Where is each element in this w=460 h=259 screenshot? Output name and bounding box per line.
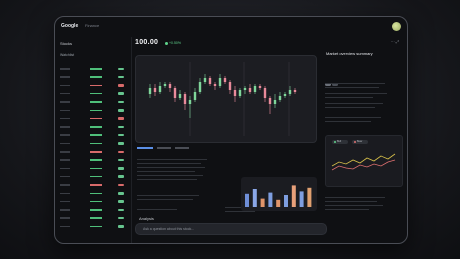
watchlist-panel: Stocks Watchlist: [55, 37, 132, 243]
tab-2[interactable]: [157, 147, 171, 149]
overview-title: Market overview summary: [326, 51, 373, 56]
bar: [268, 192, 273, 207]
list-item[interactable]: [60, 84, 126, 88]
tab-1[interactable]: [137, 147, 153, 149]
candle-body: [193, 92, 197, 100]
list-item[interactable]: [60, 175, 126, 179]
sentiment-line: [331, 153, 396, 167]
input-placeholder: Ask a question about this stock...: [143, 226, 195, 231]
list-item[interactable]: [60, 125, 126, 129]
candle-body: [263, 88, 267, 98]
main-area: 100.00 +0.50% Analysis Ask a question ab…: [135, 37, 327, 243]
list-item[interactable]: [60, 109, 126, 113]
brand-logo: Google: [61, 23, 79, 29]
brand-subtitle: Finance: [85, 23, 100, 28]
list-item[interactable]: [60, 225, 126, 229]
candle-body: [173, 88, 177, 98]
bar: [307, 187, 312, 207]
candle-body: [258, 86, 262, 88]
candle-body: [248, 88, 252, 92]
bar: [291, 185, 296, 207]
list-item[interactable]: [60, 200, 126, 204]
candle-body: [218, 78, 222, 86]
legend-bear: Bear: [352, 140, 368, 144]
section-label: Analysis: [139, 216, 154, 221]
tab-3[interactable]: [175, 147, 189, 149]
chart-canvas: [148, 62, 297, 136]
candle-body: [233, 90, 237, 96]
bar: [276, 199, 281, 207]
app-window: Google Finance Stocks Watchlist 100.00 +…: [54, 16, 408, 244]
candle-body: [268, 98, 272, 104]
list-item[interactable]: [60, 192, 126, 196]
candle-body: [228, 82, 232, 90]
candle-body: [213, 84, 217, 86]
candle-body: [293, 90, 297, 92]
bar-chart: [241, 177, 317, 211]
top-bar: Google Finance: [55, 17, 407, 37]
list-item[interactable]: [60, 216, 126, 220]
list-item[interactable]: [60, 142, 126, 146]
question-input[interactable]: Ask a question about this stock...: [135, 223, 327, 235]
bar: [299, 191, 304, 207]
candle-body: [183, 94, 187, 104]
bar-canvas: [245, 185, 312, 207]
candle-body: [148, 88, 152, 94]
candle-body: [283, 94, 287, 96]
list-item[interactable]: [60, 208, 126, 212]
candle-body: [288, 90, 292, 94]
list-item[interactable]: [60, 183, 126, 187]
watchlist-header: Watchlist: [60, 53, 75, 57]
chart-tabs: [135, 147, 315, 151]
up-indicator-icon: [165, 41, 168, 45]
sentiment-line: [331, 159, 396, 171]
candle-body: [223, 78, 227, 82]
list-item[interactable]: [60, 92, 126, 96]
candlestick-chart[interactable]: [135, 55, 317, 143]
legend-bull: Bull: [332, 140, 348, 144]
sentiment-chart: Bull Bear: [325, 135, 403, 187]
price-change: +0.50%: [165, 41, 181, 45]
candle-body: [178, 94, 182, 98]
right-panel: ⋯ ⤢ Market overview summary Bull Bear: [321, 37, 405, 243]
candle-body: [238, 90, 242, 96]
bar: [245, 193, 249, 207]
list-item[interactable]: [60, 117, 126, 121]
list-item[interactable]: [60, 133, 126, 137]
list-item[interactable]: [60, 167, 126, 171]
candle-body: [158, 86, 162, 92]
panel-title: Stocks: [60, 41, 73, 46]
candle-body: [188, 100, 192, 104]
candle-body: [153, 88, 157, 92]
tag-group: [325, 73, 339, 91]
bar: [284, 195, 288, 207]
candle-body: [278, 96, 282, 100]
candle-body: [198, 82, 202, 92]
list-item[interactable]: [60, 75, 126, 79]
price-display: 100.00: [135, 39, 159, 46]
list-item[interactable]: [60, 100, 126, 104]
list-item[interactable]: [60, 67, 126, 71]
candle-body: [253, 86, 257, 92]
candle-body: [208, 78, 212, 84]
list-item[interactable]: [60, 158, 126, 162]
candle-body: [163, 84, 167, 86]
list-item[interactable]: [60, 150, 126, 154]
candle-body: [243, 88, 247, 90]
panel-actions-icon[interactable]: ⋯ ⤢: [391, 39, 399, 44]
avatar[interactable]: [392, 22, 401, 31]
candle-body: [203, 78, 207, 82]
bar: [252, 189, 257, 207]
bar: [260, 198, 265, 207]
candle-body: [168, 84, 172, 88]
candle-body: [273, 100, 277, 104]
